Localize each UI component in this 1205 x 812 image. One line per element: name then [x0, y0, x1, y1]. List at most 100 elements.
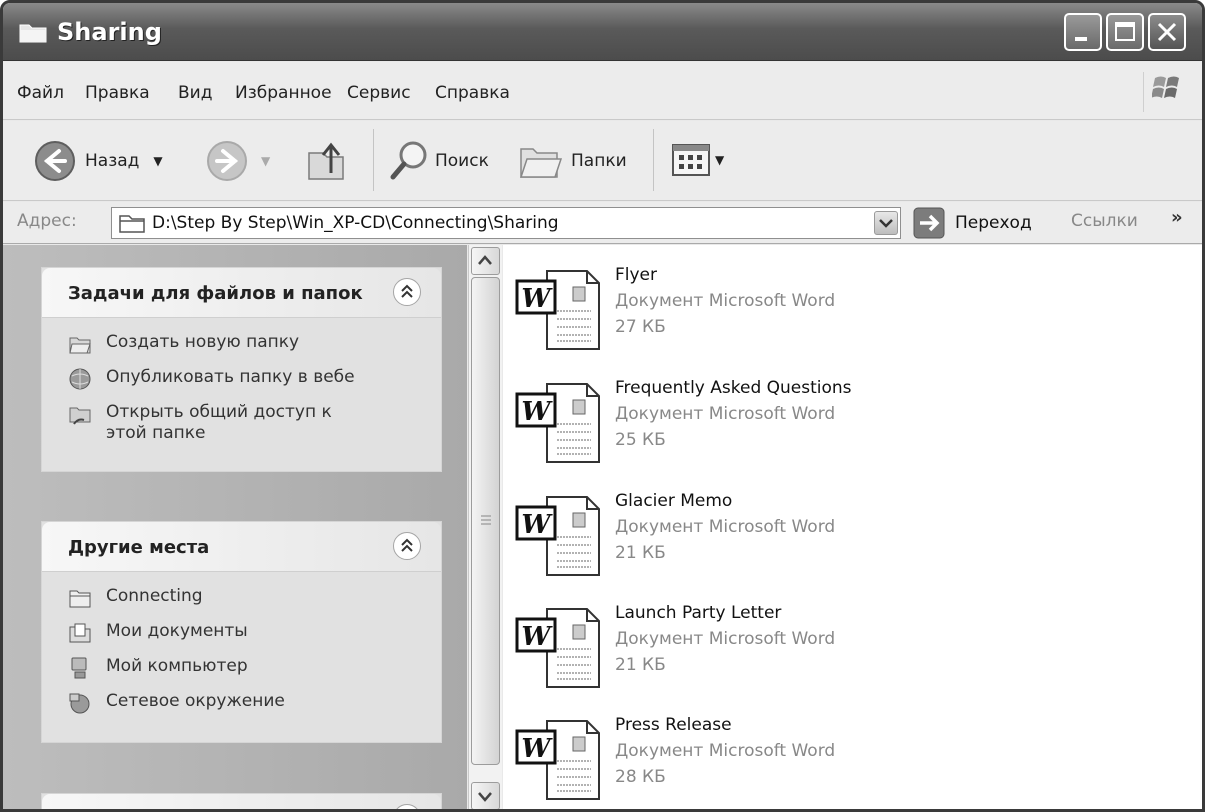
file-item[interactable]: W Frequently Asked Questions Документ Mi…	[513, 372, 1113, 472]
svg-text:W: W	[521, 510, 553, 540]
folders-button[interactable]: Папки	[517, 139, 627, 183]
links-label[interactable]: Ссылки	[1071, 211, 1138, 231]
scroll-down-button[interactable]	[471, 782, 500, 809]
file-type: Документ Microsoft Word	[615, 629, 836, 649]
other-places-panel: Другие места Connecting Мои документы Мо…	[41, 521, 442, 743]
views-dropdown-icon[interactable]: ▼	[715, 153, 724, 167]
file-size: 27 КБ	[615, 317, 666, 337]
task-label: Опубликовать папку в вебе	[106, 367, 355, 387]
svg-text:W: W	[521, 622, 553, 652]
links-more-icon[interactable]: »	[1171, 207, 1183, 228]
menu-help[interactable]: Справка	[435, 83, 510, 103]
file-list: W Flyer Документ Microsoft Word 27 КБ W …	[503, 245, 1202, 809]
file-name: Press Release	[615, 715, 732, 735]
chevron-up-icon	[478, 255, 492, 265]
address-dropdown-button[interactable]	[874, 211, 898, 235]
up-folder-icon	[308, 142, 344, 180]
place-connecting[interactable]: Connecting	[68, 586, 441, 610]
forward-dropdown-icon[interactable]: ▼	[261, 154, 270, 168]
panel-title: Другие места	[68, 537, 210, 558]
place-my-documents[interactable]: Мои документы	[68, 621, 441, 645]
menu-file[interactable]: Файл	[17, 83, 64, 103]
menu-bar: Файл Правка Вид Избранное Сервис Справка	[3, 62, 1202, 120]
search-label: Поиск	[435, 151, 489, 171]
go-label: Переход	[955, 213, 1032, 233]
network-places-icon	[69, 693, 90, 714]
publish-web-icon	[69, 368, 91, 390]
panel-header[interactable]: Задачи для файлов и папок	[42, 268, 441, 318]
panel-header[interactable]	[42, 794, 441, 809]
address-label: Адрес:	[17, 211, 77, 231]
menu-tools[interactable]: Сервис	[347, 83, 411, 103]
file-item[interactable]: W Flyer Документ Microsoft Word 27 КБ	[513, 259, 1113, 359]
my-documents-icon	[69, 623, 91, 643]
svg-text:W: W	[521, 397, 553, 427]
maximize-button[interactable]	[1106, 13, 1144, 51]
maximize-icon	[1115, 22, 1135, 41]
chevron-up-double-icon	[401, 284, 413, 298]
place-my-computer[interactable]: Мой компьютер	[68, 656, 441, 680]
task-label: Открыть общий доступ к этой папке	[106, 402, 332, 443]
task-label: Создать новую папку	[106, 332, 300, 352]
file-name: Flyer	[615, 265, 658, 285]
word-document-icon: W	[515, 720, 600, 800]
chevron-down-icon	[879, 219, 893, 228]
views-button[interactable]: ▼	[671, 143, 724, 177]
menu-edit[interactable]: Правка	[85, 83, 150, 103]
window-title: Sharing	[57, 18, 162, 46]
file-item[interactable]: W Press Release Документ Microsoft Word …	[513, 709, 1113, 809]
file-size: 21 КБ	[615, 543, 666, 563]
file-type: Документ Microsoft Word	[615, 741, 836, 761]
menu-view[interactable]: Вид	[178, 83, 212, 103]
collapse-button[interactable]	[393, 532, 421, 560]
search-icon	[390, 141, 427, 180]
svg-text:W: W	[521, 284, 553, 314]
file-size: 25 КБ	[615, 430, 666, 450]
file-item[interactable]: W Glacier Memo Документ Microsoft Word 2…	[513, 485, 1113, 585]
share-folder-icon	[69, 407, 91, 425]
folder-icon	[19, 24, 47, 43]
back-dropdown-icon[interactable]: ▼	[153, 154, 162, 168]
go-button[interactable]: Переход	[913, 207, 1032, 239]
task-new-folder[interactable]: Создать новую папку	[68, 332, 441, 356]
search-button[interactable]: Поиск	[389, 139, 489, 183]
place-label: Мой компьютер	[106, 656, 248, 676]
collapse-button[interactable]	[393, 278, 421, 306]
address-path: D:\Step By Step\Win_XP-CD\Connecting\Sha…	[152, 213, 559, 233]
place-network[interactable]: Сетевое окружение	[68, 691, 441, 715]
back-button[interactable]: Назад ▼	[33, 139, 163, 183]
details-panel	[41, 793, 442, 809]
vertical-scrollbar[interactable]	[468, 245, 502, 809]
title-bar[interactable]: Sharing	[3, 3, 1202, 61]
file-size: 28 КБ	[615, 767, 666, 787]
address-bar: Адрес: D:\Step By Step\Win_XP-CD\Connect…	[3, 202, 1202, 244]
task-share-folder[interactable]: Открыть общий доступ к этой папке	[68, 402, 441, 444]
close-button[interactable]	[1148, 13, 1186, 51]
task-publish-web[interactable]: Опубликовать папку в вебе	[68, 367, 441, 391]
new-folder-icon	[69, 337, 91, 354]
file-type: Документ Microsoft Word	[615, 517, 836, 537]
back-label: Назад	[85, 151, 140, 171]
collapse-button[interactable]	[393, 804, 421, 809]
scroll-up-button[interactable]	[471, 247, 500, 275]
windows-logo-icon	[1143, 72, 1183, 112]
scroll-thumb[interactable]	[471, 277, 500, 765]
panel-title: Задачи для файлов и папок	[68, 283, 363, 304]
menu-favorites[interactable]: Избранное	[235, 83, 332, 103]
grip-icon	[481, 515, 491, 525]
forward-button[interactable]: ▼	[205, 139, 270, 183]
file-name: Launch Party Letter	[615, 603, 782, 623]
file-type: Документ Microsoft Word	[615, 291, 836, 311]
my-computer-icon	[71, 657, 87, 679]
up-folder-button[interactable]	[303, 137, 351, 185]
place-label: Мои документы	[106, 621, 248, 641]
go-arrow-icon	[913, 207, 945, 239]
minimize-button[interactable]	[1064, 13, 1102, 51]
file-size: 21 КБ	[615, 655, 666, 675]
address-input[interactable]: D:\Step By Step\Win_XP-CD\Connecting\Sha…	[111, 207, 901, 239]
word-document-icon: W	[515, 608, 600, 688]
file-item[interactable]: W Launch Party Letter Документ Microsoft…	[513, 597, 1113, 697]
folder-icon	[69, 590, 91, 608]
panel-header[interactable]: Другие места	[42, 522, 441, 572]
folder-icon	[119, 215, 145, 233]
